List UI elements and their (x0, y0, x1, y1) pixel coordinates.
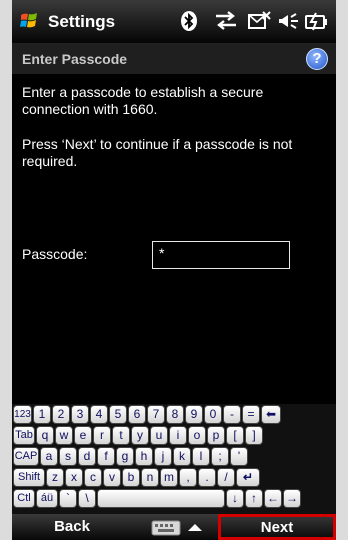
key-quote[interactable]: ' (230, 447, 248, 466)
key-backslash[interactable]: \ (78, 489, 96, 508)
softkey-bar: Back Next (12, 514, 336, 540)
key-arrow-up[interactable]: ↑ (245, 489, 263, 508)
key-c[interactable]: c (84, 468, 102, 487)
key-123[interactable]: 123 (13, 405, 32, 424)
key-i[interactable]: i (169, 426, 187, 445)
key-minus[interactable]: - (223, 405, 241, 424)
next-button[interactable]: Next (218, 514, 336, 540)
key-tab[interactable]: Tab (13, 426, 35, 445)
continue-hint-text: Press ‘Next’ to continue if a passcode i… (22, 136, 293, 169)
page-header: Enter Passcode ? (12, 44, 336, 74)
key-backtick[interactable]: ` (59, 489, 77, 508)
key-z[interactable]: z (46, 468, 64, 487)
key-slash[interactable]: / (217, 468, 235, 487)
soft-keyboard: 123 1 2 3 4 5 6 7 8 9 0 - = ⬅ Tab q w e … (12, 404, 336, 514)
key-period[interactable]: . (198, 468, 216, 487)
key-l[interactable]: l (192, 447, 210, 466)
key-m[interactable]: m (160, 468, 178, 487)
device-screen: Settings Enter Passcode ? Enter a passco… (12, 0, 336, 540)
key-backspace[interactable]: ⬅ (261, 405, 281, 424)
key-g[interactable]: g (116, 447, 134, 466)
key-p[interactable]: p (207, 426, 225, 445)
connectivity-icon[interactable] (214, 10, 238, 32)
key-v[interactable]: v (103, 468, 121, 487)
windows-start-icon[interactable] (20, 12, 40, 30)
key-d[interactable]: d (78, 447, 96, 466)
passcode-label: Passcode: (22, 246, 88, 262)
key-h[interactable]: h (135, 447, 153, 466)
battery-icon[interactable] (304, 10, 330, 32)
key-6[interactable]: 6 (128, 405, 146, 424)
keyboard-toggle-icon[interactable] (142, 518, 216, 538)
key-arrow-left[interactable]: ← (264, 489, 282, 508)
key-t[interactable]: t (112, 426, 130, 445)
bluetooth-icon[interactable] (180, 10, 198, 32)
title-bar: Settings (12, 0, 336, 44)
key-space[interactable] (97, 489, 225, 508)
key-n[interactable]: n (141, 468, 159, 487)
key-q[interactable]: q (36, 426, 54, 445)
key-b[interactable]: b (122, 468, 140, 487)
key-right-bracket[interactable]: ] (245, 426, 263, 445)
key-j[interactable]: j (154, 447, 172, 466)
message-icon[interactable] (246, 10, 272, 32)
key-intl[interactable]: áü (36, 489, 58, 508)
instruction-text: Enter a passcode to establish a secure c… (22, 84, 264, 117)
key-5[interactable]: 5 (109, 405, 127, 424)
key-shift[interactable]: Shift (13, 468, 45, 487)
key-2[interactable]: 2 (52, 405, 70, 424)
key-f[interactable]: f (97, 447, 115, 466)
key-left-bracket[interactable]: [ (226, 426, 244, 445)
key-4[interactable]: 4 (90, 405, 108, 424)
key-7[interactable]: 7 (147, 405, 165, 424)
key-0[interactable]: 0 (204, 405, 222, 424)
volume-icon[interactable] (278, 10, 300, 32)
key-arrow-down[interactable]: ↓ (226, 489, 244, 508)
key-caps[interactable]: CAP (13, 447, 39, 466)
key-r[interactable]: r (93, 426, 111, 445)
key-ctrl[interactable]: Ctl (13, 489, 35, 508)
key-comma[interactable]: , (179, 468, 197, 487)
key-e[interactable]: e (74, 426, 92, 445)
key-k[interactable]: k (173, 447, 191, 466)
page-title: Enter Passcode (22, 51, 128, 67)
passcode-input[interactable]: * (152, 241, 290, 269)
back-button[interactable]: Back (12, 514, 132, 540)
key-a[interactable]: a (40, 447, 58, 466)
key-equals[interactable]: = (242, 405, 260, 424)
key-3[interactable]: 3 (71, 405, 89, 424)
help-button[interactable]: ? (306, 48, 328, 70)
key-enter[interactable]: ↵ (236, 468, 260, 487)
app-title: Settings (48, 12, 116, 31)
key-y[interactable]: y (131, 426, 149, 445)
key-semicolon[interactable]: ; (211, 447, 229, 466)
key-arrow-right[interactable]: → (283, 489, 301, 508)
status-icons (178, 10, 330, 34)
key-w[interactable]: w (55, 426, 73, 445)
key-u[interactable]: u (150, 426, 168, 445)
key-x[interactable]: x (65, 468, 83, 487)
key-1[interactable]: 1 (33, 405, 51, 424)
key-9[interactable]: 9 (185, 405, 203, 424)
key-s[interactable]: s (59, 447, 77, 466)
key-8[interactable]: 8 (166, 405, 184, 424)
key-o[interactable]: o (188, 426, 206, 445)
